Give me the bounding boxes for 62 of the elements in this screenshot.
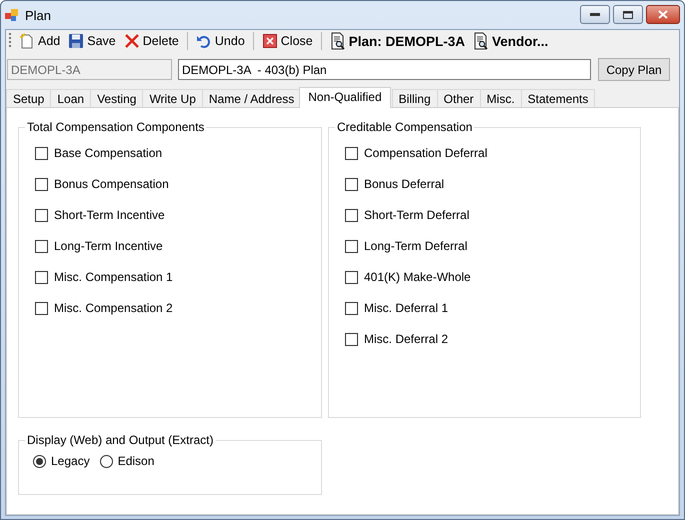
radio-button[interactable] <box>33 454 46 468</box>
checkbox[interactable] <box>345 240 358 252</box>
checkbox[interactable] <box>345 178 358 190</box>
toolbar-button[interactable]: Undo <box>192 32 248 50</box>
maximize-icon <box>623 10 633 18</box>
checkbox-option[interactable]: Base Compensation <box>35 146 321 160</box>
window-title: Plan <box>25 8 52 22</box>
checkbox[interactable] <box>345 302 358 314</box>
plan-name-field[interactable]: DEMOPL-3A - 403(b) Plan <box>178 59 591 80</box>
group-title: Creditable Compensation <box>336 120 474 134</box>
toolbar-button[interactable]: Vendor... <box>470 31 552 51</box>
checkbox[interactable] <box>35 178 48 190</box>
radio-button[interactable] <box>100 454 113 468</box>
tab[interactable]: Non-Qualified <box>299 87 391 108</box>
tab[interactable]: Write Up <box>142 89 203 107</box>
checkbox[interactable] <box>345 332 358 346</box>
toolbar-button[interactable]: Close <box>258 32 316 50</box>
maximize-button[interactable] <box>613 5 643 24</box>
radio-option[interactable]: Edison <box>100 454 154 468</box>
document-magnifier-icon <box>473 32 490 50</box>
checkbox-option[interactable]: Short-Term Deferral <box>345 208 640 222</box>
checkbox-option[interactable]: Misc. Compensation 2 <box>35 301 321 315</box>
tab[interactable]: Statements <box>520 89 596 107</box>
close-button[interactable] <box>646 5 680 24</box>
toolbar-button[interactable]: Delete <box>120 32 182 50</box>
tab[interactable]: Vesting <box>90 89 144 107</box>
toolbar-button[interactable]: Save <box>65 32 119 50</box>
checkbox-option[interactable]: Misc. Deferral 1 <box>345 301 640 315</box>
checkbox[interactable] <box>345 270 358 284</box>
minimize-icon <box>590 12 600 16</box>
checkbox-option[interactable]: Compensation Deferral <box>345 146 640 160</box>
tab[interactable]: Setup <box>6 89 52 107</box>
checkbox[interactable] <box>35 146 48 160</box>
checkbox-option[interactable]: Misc. Compensation 1 <box>35 270 321 284</box>
delete-x-icon <box>124 33 140 49</box>
toolbar-button[interactable]: Plan: DEMOPL-3A <box>326 31 468 51</box>
checkbox-option[interactable]: Bonus Compensation <box>35 177 321 191</box>
new-document-icon <box>19 33 35 49</box>
checkbox-option[interactable]: Short-Term Incentive <box>35 208 321 222</box>
undo-arrow-icon <box>196 33 212 49</box>
toolbar-button[interactable]: Add <box>16 32 64 50</box>
checkbox-option[interactable]: 401(K) Make-Whole <box>345 270 640 284</box>
checkbox-option[interactable]: Long-Term Deferral <box>345 239 640 253</box>
close-icon <box>262 33 278 49</box>
checkbox[interactable] <box>35 208 48 222</box>
checkbox[interactable] <box>35 240 48 252</box>
tab[interactable]: Billing <box>392 89 438 107</box>
copy-plan-button[interactable]: Copy Plan <box>598 58 670 81</box>
checkbox-option[interactable]: Long-Term Incentive <box>35 239 321 253</box>
checkbox[interactable] <box>35 270 48 284</box>
radio-option[interactable]: Legacy <box>33 454 90 468</box>
close-icon <box>658 10 668 19</box>
checkbox[interactable] <box>35 302 48 314</box>
checkbox-option[interactable]: Bonus Deferral <box>345 177 640 191</box>
checkbox[interactable] <box>345 208 358 222</box>
minimize-button[interactable] <box>580 5 610 24</box>
checkbox-option[interactable]: Misc. Deferral 2 <box>345 332 640 346</box>
app-icon <box>5 8 19 22</box>
group-title: Display (Web) and Output (Extract) <box>26 433 215 447</box>
checkbox[interactable] <box>345 146 358 160</box>
group-title: Total Compensation Components <box>26 120 206 134</box>
document-magnifier-icon <box>330 32 346 50</box>
